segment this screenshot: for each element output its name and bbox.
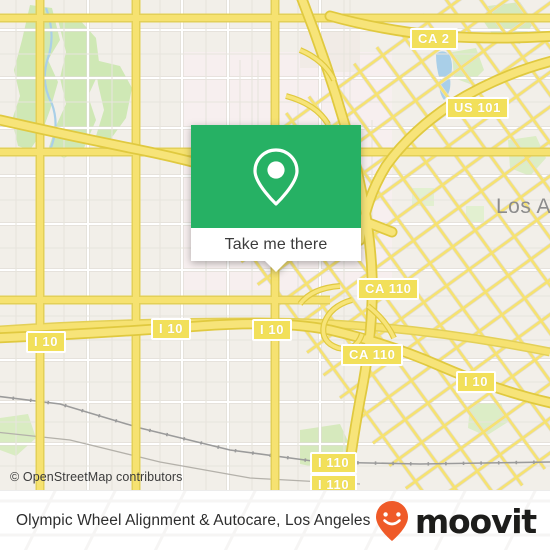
city-label: Los An <box>496 195 550 218</box>
highway-shield: CA 110 <box>341 344 404 366</box>
highway-shield: I 10 <box>151 318 192 340</box>
highway-shield: I 110 <box>310 474 358 490</box>
highway-shield: I 10 <box>252 319 293 341</box>
osm-attribution: © OpenStreetMap contributors <box>10 470 183 484</box>
highway-shield: I 10 <box>456 371 497 393</box>
highway-shield: US 101 <box>446 97 509 119</box>
highway-shield: CA 110 <box>357 278 420 300</box>
moovit-map-screenshot: Los An CA 2 US 101 CA 110 CA 110 I 10 I 10 I 1… <box>0 0 550 550</box>
popup-icon-area <box>191 125 361 228</box>
footer-bar: Olympic Wheel Alignment & Autocare, Los … <box>0 490 550 550</box>
highway-shield: I 10 <box>26 331 67 353</box>
map-pin-icon <box>253 147 299 206</box>
moovit-wordmark: moovit <box>414 501 537 541</box>
highway-shield: CA 2 <box>410 28 458 50</box>
location-popup-card[interactable]: Take me there <box>191 125 361 272</box>
popup-tail-pointer <box>265 261 287 272</box>
take-me-there-label: Take me there <box>224 235 328 253</box>
place-name-label: Olympic Wheel Alignment & Autocare, Los … <box>16 512 371 529</box>
moovit-pin-smiley-icon <box>375 501 408 541</box>
popup-action-area[interactable]: Take me there <box>191 228 361 261</box>
highway-shield: I 110 <box>310 452 358 474</box>
moovit-brand[interactable]: moovit <box>373 499 537 543</box>
